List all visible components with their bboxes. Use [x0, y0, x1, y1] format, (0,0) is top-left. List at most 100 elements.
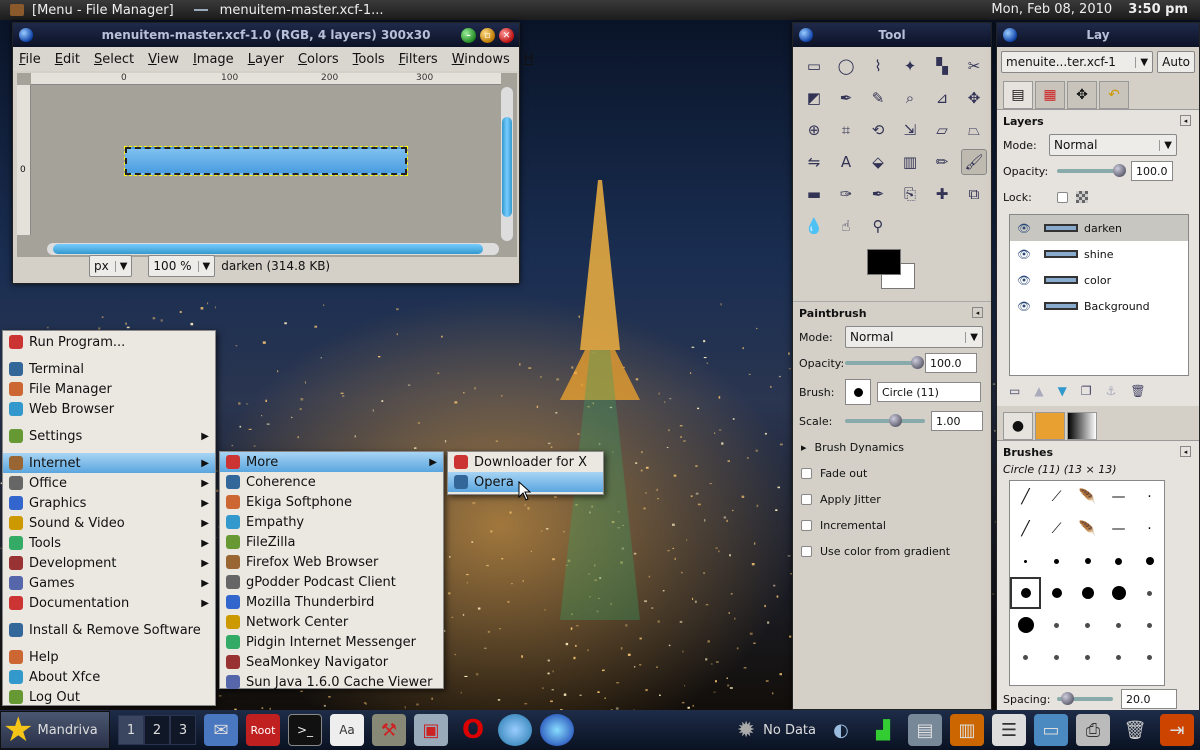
opera-launcher-icon[interactable]: O [456, 714, 490, 746]
terminal-launcher-icon[interactable]: >_ [288, 714, 322, 746]
file-manager-launcher-icon[interactable]: ▥ [950, 714, 984, 746]
brush-cell[interactable] [1134, 545, 1164, 577]
menu-item-install-remove-software[interactable]: Install & Remove Software [3, 620, 215, 640]
tab-layers[interactable]: ▤ [1003, 81, 1033, 109]
printer-icon[interactable]: ⎙ [1076, 714, 1110, 746]
logout-icon[interactable]: ⇥ [1160, 714, 1194, 746]
menu-tools[interactable]: Tools [353, 52, 385, 67]
brush-cell[interactable]: · [1134, 513, 1164, 545]
duplicate-layer-icon[interactable]: ❐ [1081, 384, 1092, 398]
foreground-color[interactable] [867, 249, 901, 275]
scale-input[interactable]: 1.00 [931, 411, 983, 431]
brush-cell[interactable] [1134, 609, 1164, 641]
layer-row[interactable]: 👁 color [1010, 267, 1188, 293]
seamonkey-launcher-icon[interactable] [540, 714, 574, 746]
menu-item-documentation[interactable]: Documentation ▶ [3, 593, 215, 613]
window-menu-icon[interactable] [19, 28, 33, 42]
menu-item-firefox-web-browser[interactable]: Firefox Web Browser [220, 552, 443, 572]
brush-cell[interactable] [1072, 641, 1103, 673]
crop-tool-icon[interactable]: ⌗ [833, 117, 859, 143]
menu-item-more[interactable]: More ▶ [220, 452, 443, 472]
menu-item-sound-video[interactable]: Sound & Video ▶ [3, 513, 215, 533]
spacing-slider[interactable] [1057, 692, 1113, 705]
new-layer-icon[interactable]: ▭ [1009, 384, 1020, 398]
menu-windows[interactable]: Windows [452, 52, 510, 67]
taskbar-item-image[interactable]: menuitem-master.xcf-1... [220, 0, 384, 20]
option-apply-jitter[interactable]: Apply Jitter [793, 486, 991, 512]
toolbox-titlebar[interactable]: Tool [793, 23, 991, 47]
tab-channels[interactable]: ▦ [1035, 81, 1065, 109]
text-editor-launcher-icon[interactable]: Aa [330, 714, 364, 746]
brush-grid[interactable]: ╱ ⟋ 🪶 — · ╱ ⟋ 🪶 — · [1009, 480, 1165, 686]
brush-name[interactable]: Circle (11) [877, 382, 981, 402]
lock-pixels-checkbox[interactable] [1057, 191, 1068, 203]
brush-cell[interactable] [1010, 545, 1041, 577]
workspace-3[interactable]: 3 [170, 715, 196, 745]
taskbar-item-file-manager[interactable]: [Menu - File Manager] [10, 0, 220, 20]
anchor-layer-icon[interactable]: ⚓ [1106, 384, 1117, 398]
menu-h[interactable]: H [524, 52, 534, 67]
menu-item-terminal[interactable]: Terminal [3, 359, 215, 379]
menu-file[interactable]: File [19, 52, 41, 67]
menu-item-about-xfce[interactable]: About Xfce [3, 667, 215, 687]
brush-cell[interactable]: ⟋ [1041, 481, 1072, 513]
flip-tool-icon[interactable]: ⇋ [801, 149, 827, 175]
menu-item-tools[interactable]: Tools ▶ [3, 533, 215, 553]
airbrush-tool-icon[interactable]: ✑ [833, 181, 859, 207]
unit-select[interactable]: px ▼ [89, 255, 133, 277]
brush-cell[interactable]: 🪶 [1072, 513, 1103, 545]
clock[interactable]: Mon, Feb 08, 2010 3:50 pm [991, 2, 1188, 17]
brush-cell[interactable] [1072, 577, 1103, 609]
brush-cell[interactable] [1072, 545, 1103, 577]
menu-item-development[interactable]: Development ▶ [3, 553, 215, 573]
bucket-fill-tool-icon[interactable]: ⬙ [865, 149, 891, 175]
option-fade-out[interactable]: Fade out [793, 460, 991, 486]
scale-slider[interactable] [845, 414, 925, 427]
trash-icon[interactable]: 🗑 [1118, 714, 1152, 746]
menu-item-seamonkey-navigator[interactable]: SeaMonkey Navigator [220, 652, 443, 672]
menu-select[interactable]: Select [94, 52, 134, 67]
pin-icon[interactable]: ◂ [1180, 446, 1191, 457]
menu-colors[interactable]: Colors [298, 52, 339, 67]
brush-cell[interactable]: — [1103, 481, 1134, 513]
brush-cell[interactable] [1103, 641, 1134, 673]
heal-tool-icon[interactable]: ✚ [929, 181, 955, 207]
option-use-color-from-gradient[interactable]: Use color from gradient [793, 538, 991, 564]
scale-tool-icon[interactable]: ⇲ [897, 117, 923, 143]
mail-launcher-icon[interactable]: ✉ [204, 714, 238, 746]
workspace-2[interactable]: 2 [144, 715, 170, 745]
control-center-launcher-icon[interactable]: ▣ [414, 714, 448, 746]
layer-row[interactable]: 👁 darken [1010, 215, 1188, 241]
menu-item-office[interactable]: Office ▶ [3, 473, 215, 493]
image-layer-selection[interactable] [124, 146, 408, 176]
mode-select[interactable]: Normal ▼ [845, 326, 983, 348]
layer-opacity-input[interactable]: 100.0 [1131, 161, 1173, 181]
checkbox[interactable] [801, 519, 812, 531]
brush-cell[interactable] [1041, 545, 1072, 577]
menu-item-graphics[interactable]: Graphics ▶ [3, 493, 215, 513]
brush-cell[interactable]: ⟋ [1041, 513, 1072, 545]
menu-item-internet[interactable]: Internet ▶ [3, 453, 215, 473]
pin-icon[interactable]: ◂ [972, 307, 983, 318]
maximize-button[interactable]: ▫ [480, 28, 495, 43]
vertical-ruler[interactable]: 0 [17, 85, 31, 235]
checkbox[interactable] [801, 545, 812, 557]
root-terminal-launcher-icon[interactable]: Root [246, 714, 280, 746]
brush-preview[interactable] [845, 379, 871, 405]
image-window-titlebar[interactable]: menuitem-master.xcf-1.0 (RGB, 4 layers) … [13, 23, 519, 47]
visibility-eye-icon[interactable]: 👁 [1010, 248, 1038, 261]
brush-cell[interactable]: — [1103, 513, 1134, 545]
free-select-tool-icon[interactable]: ⌇ [865, 53, 891, 79]
brush-cell[interactable] [1134, 577, 1164, 609]
layer-row[interactable]: 👁 shine [1010, 241, 1188, 267]
brush-cell[interactable] [1103, 577, 1134, 609]
tab-patterns[interactable] [1035, 412, 1065, 440]
menu-item-web-browser[interactable]: Web Browser [3, 399, 215, 419]
zoom-tool-icon[interactable]: ⌕ [897, 85, 923, 111]
menu-item-log-out[interactable]: Log Out [3, 687, 215, 707]
close-button[interactable]: ✕ [499, 28, 514, 43]
menu-item-settings[interactable]: Settings ▶ [3, 426, 215, 446]
blur-tool-icon[interactable]: 💧 [801, 213, 827, 239]
auto-button[interactable]: Auto [1157, 51, 1195, 73]
shear-tool-icon[interactable]: ▱ [929, 117, 955, 143]
